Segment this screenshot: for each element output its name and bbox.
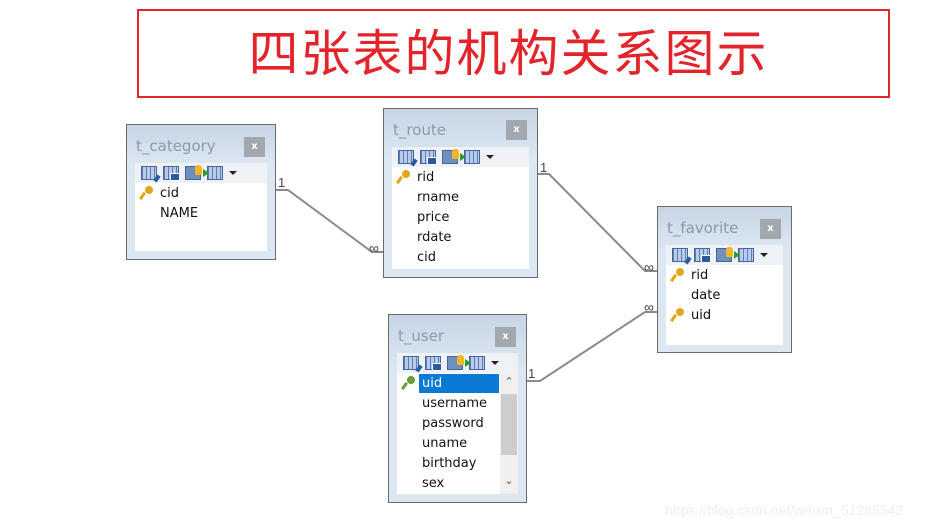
field-name: date (691, 287, 721, 303)
dropdown-arrow-icon[interactable] (229, 171, 237, 175)
field-name: rdate (417, 229, 452, 245)
scroll-up-icon[interactable]: ⌃ (500, 375, 518, 393)
key-icon (140, 186, 154, 200)
table-toolbar (397, 353, 518, 373)
table-toolbar (666, 245, 783, 265)
field-name: rname (417, 189, 459, 205)
primary-key-icon[interactable] (716, 247, 733, 262)
insert-row-icon[interactable] (465, 356, 485, 370)
insert-row-icon[interactable] (203, 166, 223, 180)
key-icon (402, 376, 416, 390)
table-title: t_user (398, 327, 445, 345)
table-t-favorite[interactable]: t_favorite x rid date uid (657, 206, 792, 353)
field-name: uid (419, 373, 499, 393)
field-name: cid (160, 185, 180, 201)
close-button[interactable]: x (506, 120, 527, 140)
field-list: rid rname price rdate cid (392, 167, 529, 269)
key-icon (671, 308, 685, 322)
field-name: birthday (422, 455, 477, 471)
relation-user-favorite[interactable] (526, 311, 658, 382)
field-row[interactable]: uid (666, 305, 783, 325)
table-title: t_favorite (667, 219, 739, 237)
field-row[interactable]: cid (392, 247, 529, 267)
dropdown-arrow-icon[interactable] (760, 253, 768, 257)
primary-key-icon[interactable] (185, 165, 202, 180)
close-button[interactable]: x (495, 327, 516, 347)
field-row[interactable]: cid (135, 183, 267, 203)
table-t-category[interactable]: t_category x cid NAME (126, 124, 276, 260)
field-name: sex (422, 475, 445, 491)
table-toolbar (392, 147, 529, 167)
scrollbar-thumb[interactable] (501, 394, 517, 455)
dropdown-arrow-icon[interactable] (491, 361, 499, 365)
close-button[interactable]: x (244, 137, 265, 157)
edit-table-icon[interactable] (672, 248, 688, 262)
table-properties-icon[interactable] (420, 150, 437, 165)
edit-table-icon[interactable] (398, 150, 414, 164)
table-t-route[interactable]: t_route x rid rname price rdate cid (383, 108, 538, 278)
cardinality-many: ∞ (644, 259, 654, 275)
field-name: uname (422, 435, 468, 451)
field-name: password (422, 415, 484, 431)
cardinality-one: 1 (278, 175, 286, 190)
cardinality-one: 1 (528, 366, 536, 381)
table-toolbar (135, 163, 267, 183)
primary-key-icon[interactable] (447, 355, 464, 370)
cardinality-many: ∞ (369, 240, 379, 256)
field-row[interactable]: rid (666, 265, 783, 285)
field-name: rid (417, 169, 435, 185)
close-button[interactable]: x (760, 219, 781, 239)
scroll-down-icon[interactable]: ⌄ (500, 474, 518, 492)
field-name: cid (417, 249, 437, 265)
insert-row-icon[interactable] (460, 150, 480, 164)
table-t-user[interactable]: t_user x uid username password uname bir… (388, 314, 527, 503)
field-name: price (417, 209, 450, 225)
field-row[interactable]: price (392, 207, 529, 227)
edit-table-icon[interactable] (403, 356, 419, 370)
field-row[interactable]: date (666, 285, 783, 305)
field-name: NAME (160, 205, 199, 221)
cardinality-one: 1 (540, 160, 548, 175)
field-row[interactable]: rname (392, 187, 529, 207)
relation-category-route[interactable] (276, 189, 384, 253)
watermark: https://blog.csdn.net/weixin_51285542 (665, 502, 904, 518)
field-name: username (422, 395, 487, 411)
insert-row-icon[interactable] (734, 248, 754, 262)
field-list: uid username password uname birthday sex… (397, 373, 518, 494)
edit-table-icon[interactable] (141, 166, 157, 180)
field-row[interactable]: NAME (135, 203, 267, 223)
key-icon (397, 170, 411, 184)
primary-key-icon[interactable] (442, 149, 459, 164)
table-properties-icon[interactable] (163, 166, 180, 181)
cardinality-many: ∞ (644, 299, 654, 315)
vertical-scrollbar[interactable]: ⌃ ⌄ (500, 373, 518, 494)
field-row[interactable]: rid (392, 167, 529, 187)
table-title: t_category (136, 137, 216, 155)
table-title: t_route (393, 121, 447, 139)
field-row[interactable]: rdate (392, 227, 529, 247)
relation-route-favorite[interactable] (538, 173, 658, 272)
field-list: rid date uid (666, 265, 783, 345)
field-name: uid (691, 307, 712, 323)
field-list: cid NAME (135, 183, 267, 251)
table-properties-icon[interactable] (694, 248, 711, 263)
table-properties-icon[interactable] (425, 356, 442, 371)
key-icon (671, 268, 685, 282)
field-name: rid (691, 267, 709, 283)
dropdown-arrow-icon[interactable] (486, 155, 494, 159)
